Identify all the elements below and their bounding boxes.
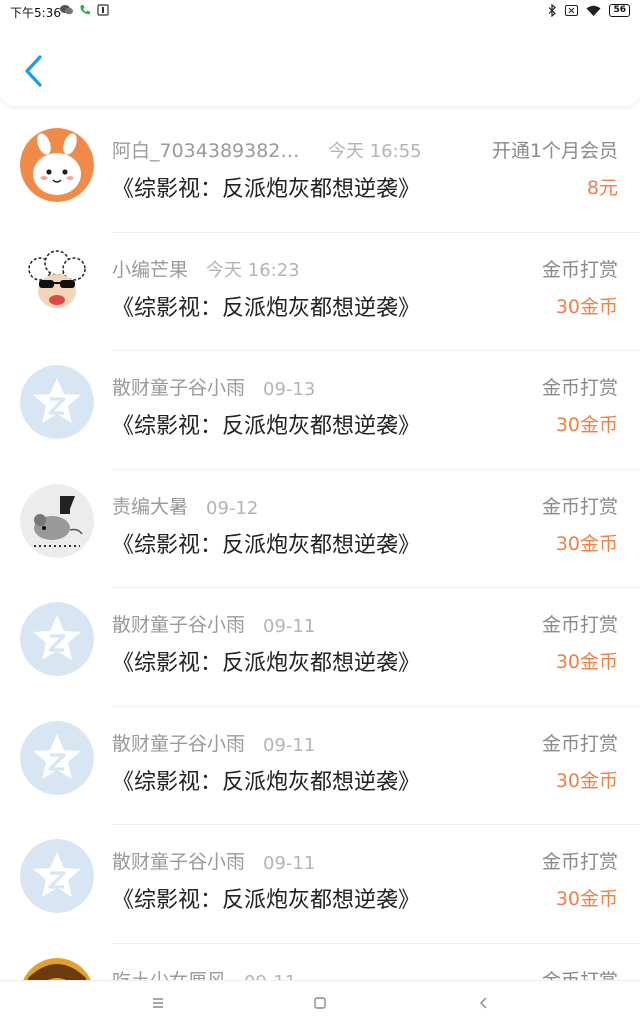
- chevron-left-icon: [25, 55, 42, 87]
- book-title: 《综影视：反派炮灰都想逆袭》: [112, 414, 421, 439]
- record-type: 金币打赏: [541, 851, 618, 873]
- status-bar: 下午5:36 56: [0, 0, 640, 24]
- book-title: 《综影视：反派炮灰都想逆袭》: [112, 769, 421, 795]
- record-type: 金币打赏: [541, 258, 618, 281]
- record-time: 09-11: [263, 853, 316, 874]
- record-type: 金币打赏: [542, 966, 618, 981]
- record-type: 金币打赏: [541, 495, 618, 518]
- record-time: 09-11: [244, 972, 296, 981]
- user-name: 散财童子谷小雨: [112, 851, 246, 873]
- sim-icon: [565, 5, 579, 16]
- avatar[interactable]: [20, 365, 94, 439]
- record-amount: 30金币: [555, 888, 618, 910]
- header: [0, 24, 640, 106]
- record-row[interactable]: 散财童子谷小雨 09-11 《综影视：反派炮灰都想逆袭》 金币打赏 30金币: [0, 825, 640, 944]
- system-nav-bar: [0, 980, 640, 1024]
- record-row[interactable]: 散财童子谷小雨 09-11 《综影视：反派炮灰都想逆袭》 金币打赏 30金币: [0, 707, 640, 826]
- name-line: 责编大暑 09-12: [112, 492, 258, 519]
- user-name: 散财童子谷小雨: [112, 732, 246, 755]
- user-name: 小编芒果: [112, 258, 189, 281]
- avatar[interactable]: [20, 839, 94, 913]
- user-name: 散财童子谷小雨: [112, 614, 246, 636]
- user-name: 阿白_70343893827...: [112, 140, 310, 162]
- name-line: 散财童子谷小雨 09-11: [112, 847, 315, 874]
- battery-icon: 56: [609, 4, 630, 17]
- book-title: 《综影视：反派炮灰都想逆袭》: [112, 532, 421, 558]
- record-time: 今天 16:55: [328, 141, 422, 162]
- record-time: 09-11: [263, 616, 316, 637]
- record-amount: 30金币: [555, 532, 618, 555]
- system-back-button[interactable]: [472, 991, 496, 1015]
- record-amount: 30金币: [555, 769, 618, 792]
- record-row[interactable]: 责编大暑 09-12 《综影视：反派炮灰都想逆袭》 金币打赏 30金币: [0, 470, 640, 589]
- chat-icon: [60, 5, 73, 15]
- book-title: 《综影视：反派炮灰都想逆袭》: [112, 295, 421, 321]
- record-type: 金币打赏: [541, 377, 618, 399]
- record-time: 09-11: [263, 734, 316, 756]
- name-line: 散财童子谷小雨 09-13: [112, 373, 315, 400]
- record-amount: 30金币: [555, 414, 618, 436]
- name-line: 散财童子谷小雨 09-11: [112, 610, 315, 637]
- record-row[interactable]: 散财童子谷小雨 09-11 《综影视：反派炮灰都想逆袭》 金币打赏 30金币: [0, 588, 640, 707]
- record-row[interactable]: 散财童子谷小雨 09-13 《综影视：反派炮灰都想逆袭》 金币打赏 30金币: [0, 351, 640, 470]
- phone-icon: [80, 5, 90, 15]
- menu-icon: [153, 998, 163, 1008]
- menu-button[interactable]: [146, 991, 170, 1015]
- avatar[interactable]: [20, 483, 94, 558]
- record-list[interactable]: 阿白_70343893827... 今天 16:55 《综影视：反派炮灰都想逆袭》 开…: [0, 114, 640, 980]
- user-name: 吃土少女厘风: [112, 966, 226, 981]
- back-icon: [480, 997, 487, 1009]
- book-title: 《综影视：反派炮灰都想逆袭》: [112, 651, 421, 676]
- record-amount: 30金币: [555, 651, 618, 673]
- record-time: 09-12: [206, 497, 259, 519]
- book-title: 《综影视：反派炮灰都想逆袭》: [112, 888, 421, 913]
- status-time: 下午5:36: [10, 6, 61, 20]
- book-title: 《综影视：反派炮灰都想逆袭》: [112, 177, 421, 202]
- name-line: 吃土少女厘风 09-11: [112, 966, 296, 981]
- avatar[interactable]: [20, 957, 94, 980]
- home-icon: [314, 997, 326, 1009]
- user-name: 散财童子谷小雨: [112, 377, 246, 399]
- user-name: 责编大暑: [112, 495, 189, 518]
- record-type: 金币打赏: [541, 732, 618, 755]
- avatar[interactable]: [20, 128, 94, 202]
- record-time: 09-13: [263, 379, 316, 400]
- record-row[interactable]: 吃土少女厘风09-11《综影视：反派炮灰都想逆袭》金币打赏30金币: [0, 944, 640, 981]
- avatar[interactable]: [20, 720, 94, 795]
- status-right-icons: 56: [548, 4, 630, 17]
- notification-icon: [97, 4, 109, 16]
- record-type: 开通1个月会员: [491, 140, 618, 162]
- back-button[interactable]: [22, 54, 46, 88]
- status-left-icons: [60, 4, 109, 16]
- record-row[interactable]: 阿白_70343893827... 今天 16:55 《综影视：反派炮灰都想逆袭》 开…: [0, 114, 640, 233]
- name-line: 小编芒果 今天 16:23: [112, 255, 300, 282]
- wifi-icon: [586, 5, 601, 16]
- record-amount: 8元: [586, 177, 618, 199]
- name-line: 阿白_70343893827... 今天 16:55: [112, 136, 422, 163]
- record-time: 今天 16:23: [206, 259, 300, 281]
- home-button[interactable]: [308, 991, 332, 1015]
- avatar[interactable]: [20, 246, 94, 321]
- avatar[interactable]: [20, 602, 94, 676]
- name-line: 散财童子谷小雨 09-11: [112, 729, 315, 756]
- record-amount: 30金币: [555, 295, 618, 318]
- record-type: 金币打赏: [541, 614, 618, 636]
- bluetooth-icon: [549, 4, 557, 17]
- record-row[interactable]: 小编芒果 今天 16:23 《综影视：反派炮灰都想逆袭》 金币打赏 30金币: [0, 233, 640, 352]
